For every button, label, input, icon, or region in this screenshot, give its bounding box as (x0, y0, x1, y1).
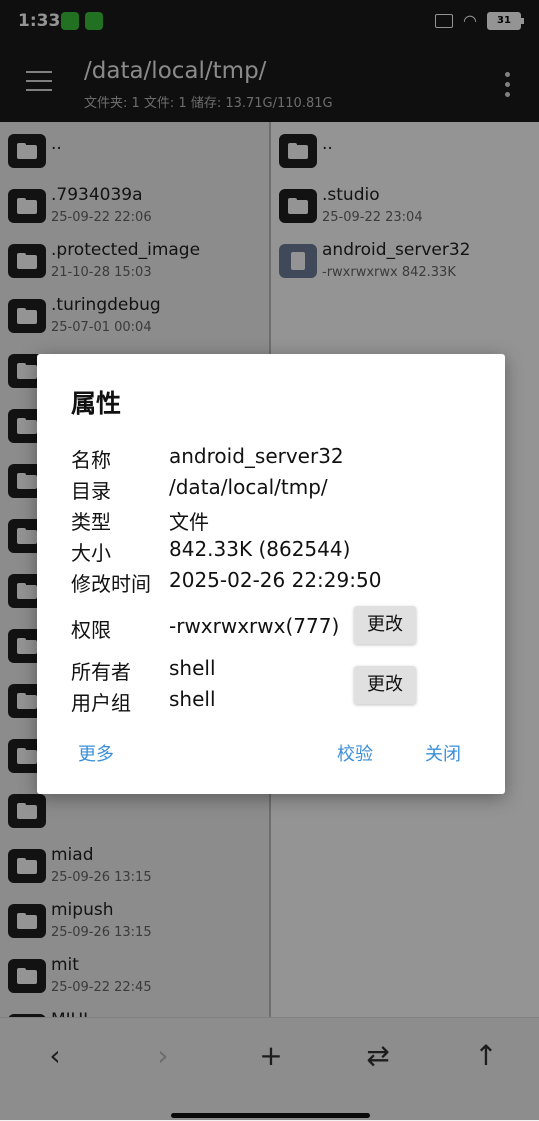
change-owner-button[interactable]: 更改 (354, 666, 416, 704)
value-owner: shell (169, 656, 216, 680)
value-size: 842.33K (862544) (169, 537, 351, 561)
change-permissions-button[interactable]: 更改 (354, 606, 416, 644)
close-button[interactable]: 关闭 (425, 740, 461, 766)
value-name: android_server32 (169, 444, 344, 468)
value-group: shell (169, 687, 216, 711)
label-type: 类型 (71, 510, 111, 534)
value-permissions: -rwxrwxrwx(777) (169, 614, 340, 638)
value-directory: /data/local/tmp/ (169, 475, 328, 499)
properties-dialog: 属性 名称 android_server32 目录 /data/local/tm… (37, 354, 505, 794)
label-size: 大小 (71, 541, 111, 565)
more-button[interactable]: 更多 (78, 740, 114, 766)
dialog-title: 属性 (71, 389, 122, 418)
label-permissions: 权限 (71, 618, 111, 642)
label-owner: 所有者 (71, 660, 131, 684)
label-group: 用户组 (71, 691, 131, 715)
label-name: 名称 (71, 448, 111, 472)
label-modified-time: 修改时间 (71, 572, 151, 596)
verify-button[interactable]: 校验 (337, 740, 373, 766)
value-type: 文件 (169, 510, 209, 534)
value-modified-time: 2025-02-26 22:29:50 (169, 568, 382, 592)
label-directory: 目录 (71, 479, 111, 503)
